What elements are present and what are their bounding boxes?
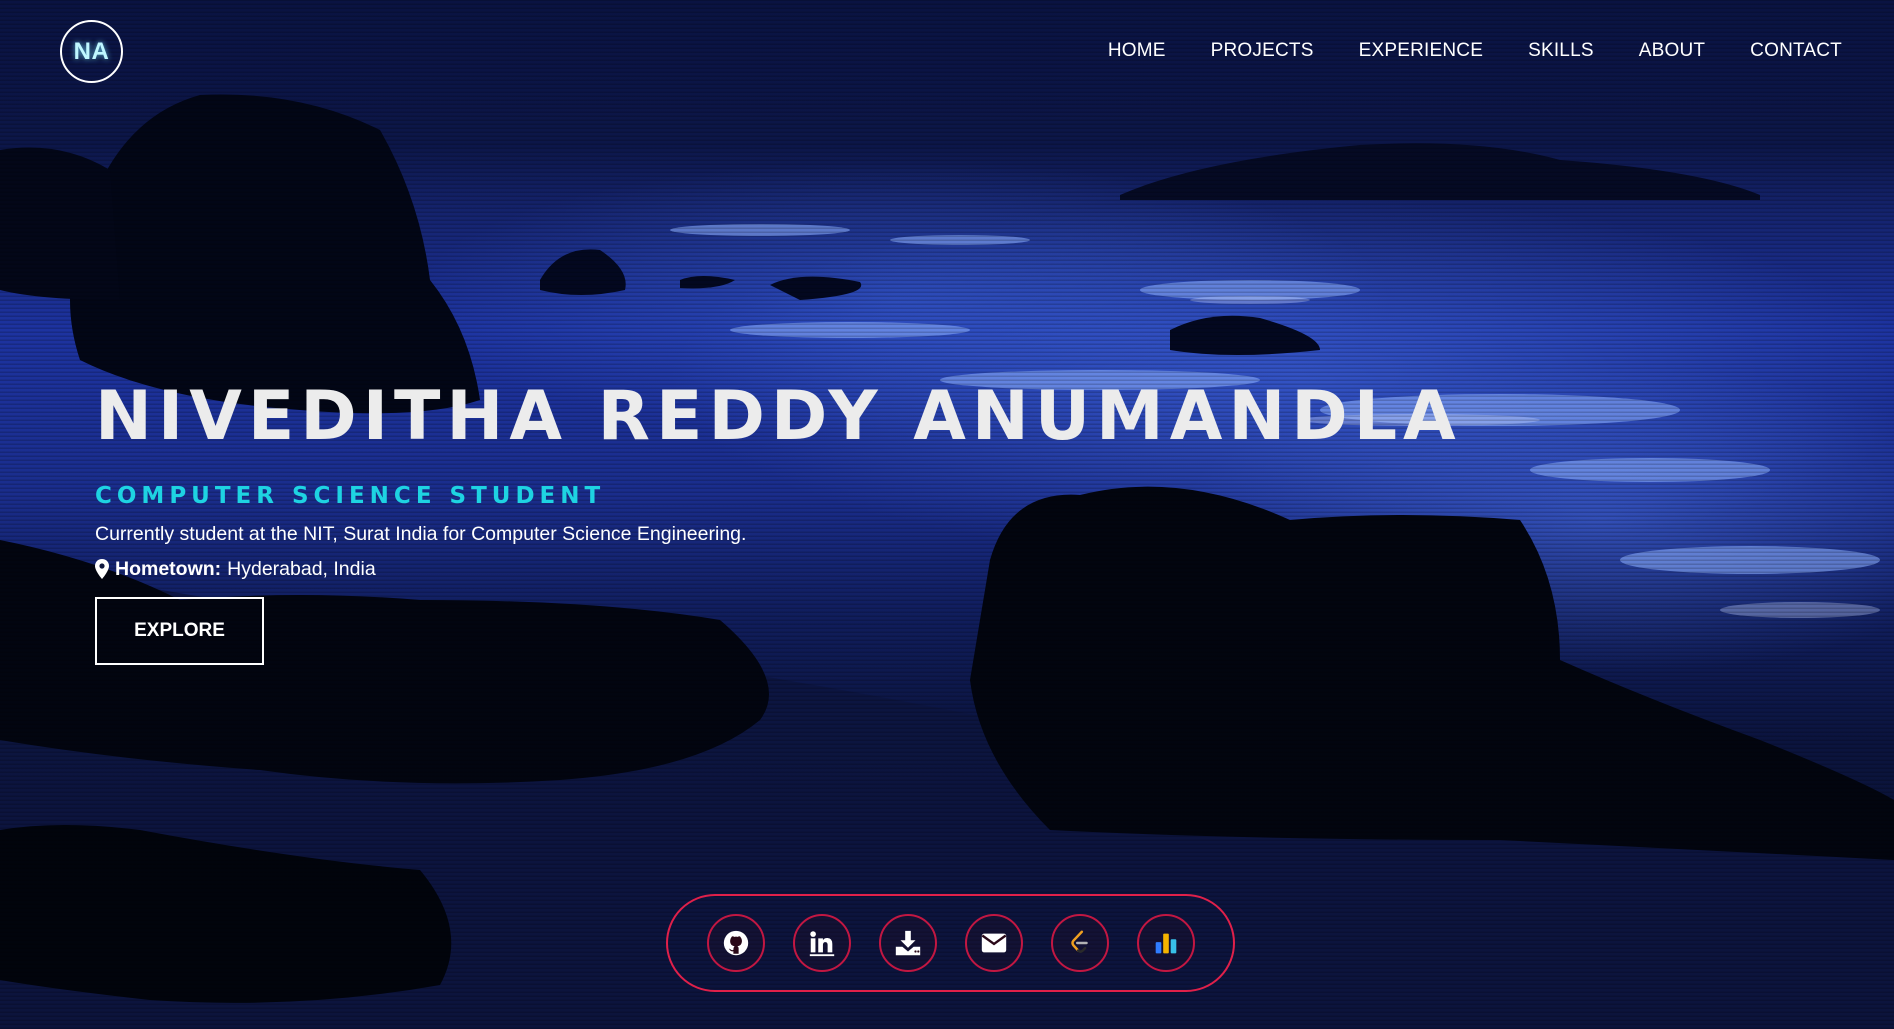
github-icon [723,930,748,956]
hometown-line: Hometown: Hyderabad, India [95,558,1595,581]
logo[interactable]: NA [60,20,123,83]
hero-description: Currently student at the NIT, Surat Indi… [95,522,747,545]
main-nav: HOME PROJECTS EXPERIENCE SKILLS ABOUT CO… [1108,40,1842,62]
nav-item-experience[interactable]: EXPERIENCE [1359,40,1483,62]
resume-download-link[interactable] [878,914,937,972]
email-icon [981,933,1006,953]
nav-item-contact[interactable]: CONTACT [1750,40,1842,62]
linkedin-icon [809,931,834,957]
github-link[interactable] [706,914,765,972]
nav-item-about[interactable]: ABOUT [1639,40,1705,62]
hometown-label: Hometown: [115,557,222,580]
nav-item-home[interactable]: HOME [1108,40,1166,62]
codechef-stats-icon [1155,933,1176,954]
hero-content: NIVEDITHA REDDY ANUMANDLA COMPUTER SCIEN… [95,377,1595,665]
map-pin-icon [95,559,109,580]
leetcode-icon [1070,930,1088,953]
hometown-value: Hyderabad, India [227,557,376,580]
email-link[interactable] [964,914,1023,972]
explore-button[interactable]: EXPLORE [95,596,264,665]
hero-role: COMPUTER SCIENCE STUDENT [95,482,606,509]
hero-name: NIVEDITHA REDDY ANUMANDLA [95,377,1462,456]
download-icon [895,930,920,956]
nav-item-skills[interactable]: SKILLS [1528,40,1594,62]
logo-initials: NA [73,37,110,65]
hero-section: NA HOME PROJECTS EXPERIENCE SKILLS ABOUT… [0,0,1894,1029]
leetcode-link[interactable] [1050,914,1109,972]
social-links-bar [666,894,1235,992]
nav-item-projects[interactable]: PROJECTS [1211,40,1314,62]
linkedin-link[interactable] [792,914,851,972]
stats-link[interactable] [1136,914,1195,972]
